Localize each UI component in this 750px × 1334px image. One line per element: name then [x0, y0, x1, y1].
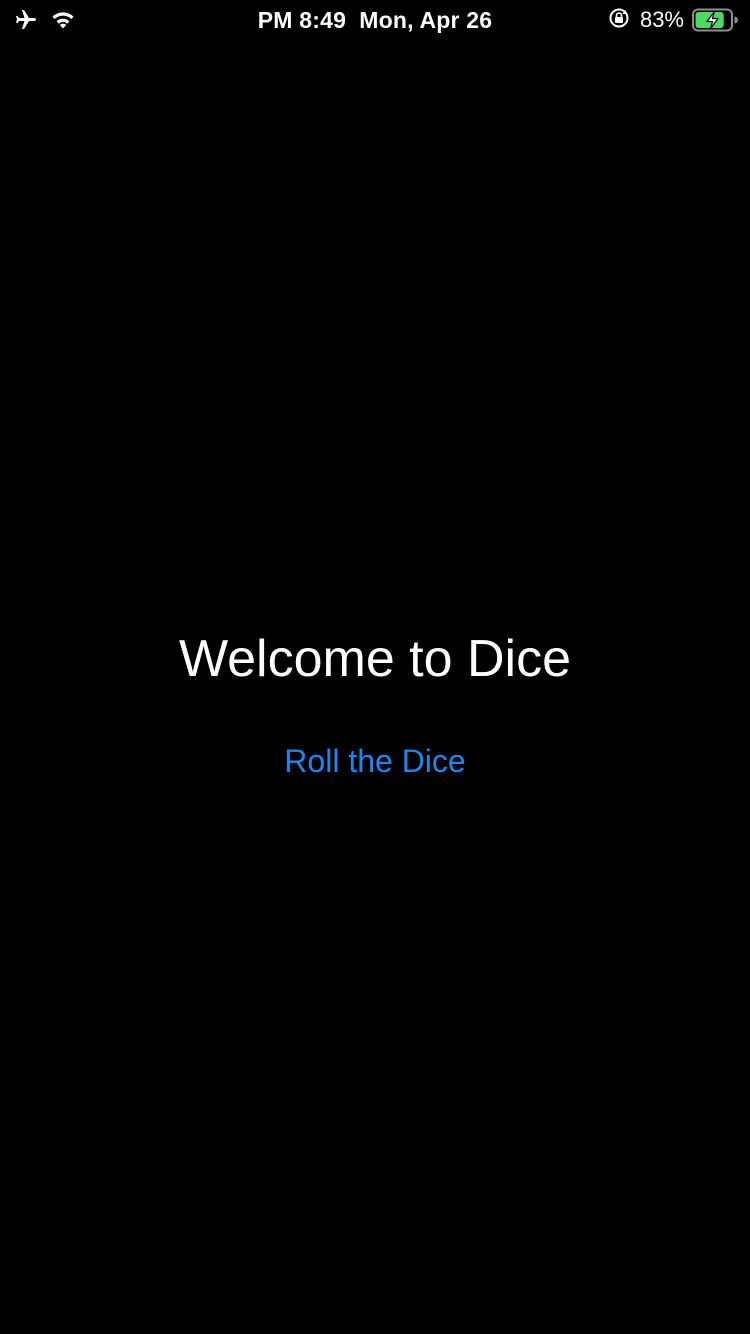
status-bar: PM 8:49 Mon, Apr 26 83%: [0, 0, 750, 40]
status-date: Mon, Apr 26: [359, 6, 493, 33]
status-right-group: 83%: [608, 6, 738, 34]
welcome-title: Welcome to Dice: [178, 630, 572, 688]
app-screen: PM 8:49 Mon, Apr 26 83% Welcome to Dice …: [0, 0, 750, 1334]
battery-percent: 83%: [639, 7, 684, 32]
battery-charging-icon: [692, 8, 738, 32]
status-time: PM 8:49: [257, 6, 347, 33]
status-left-group: [14, 6, 78, 34]
orientation-lock-icon: [608, 7, 630, 34]
airplane-icon: [14, 8, 38, 32]
wifi-icon: [48, 8, 78, 32]
roll-dice-button[interactable]: Roll the Dice: [250, 736, 500, 786]
